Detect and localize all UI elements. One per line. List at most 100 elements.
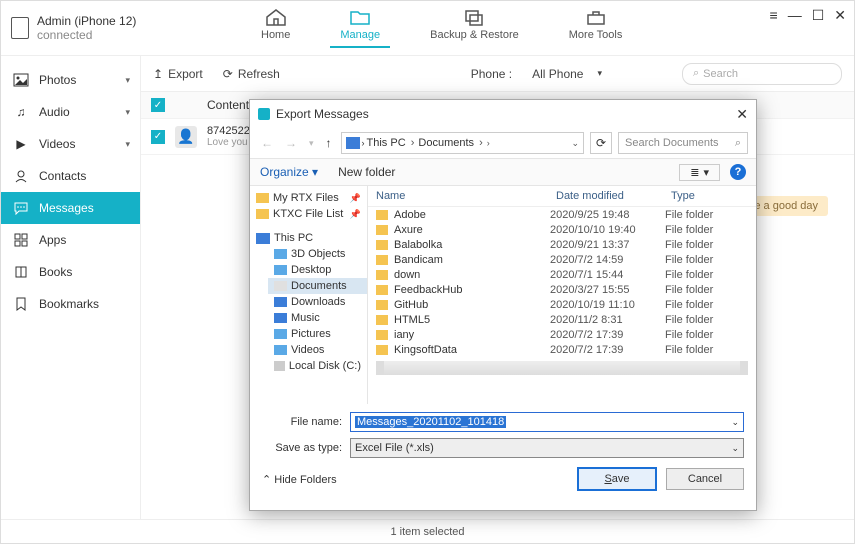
dialog-nav: ← → ▾ ↑ › This PC Documents › ⌄ ⟳ Search…: [250, 128, 756, 158]
close-icon[interactable]: ✕: [834, 7, 846, 24]
file-row[interactable]: FeedbackHub2020/3/27 15:55File folder: [368, 282, 756, 297]
breadcrumb-seg[interactable]: This PC: [367, 137, 417, 149]
sidebar-item-messages[interactable]: Messages: [1, 192, 140, 224]
contacts-icon: [13, 168, 29, 184]
help-icon[interactable]: ?: [730, 164, 746, 180]
dialog-close-icon[interactable]: ✕: [736, 106, 748, 123]
chevron-down-icon: ▾: [125, 75, 130, 86]
file-row[interactable]: Balabolka2020/9/21 13:37File folder: [368, 237, 756, 252]
tree-item-thispc[interactable]: This PC: [250, 230, 367, 246]
scrollbar[interactable]: [376, 361, 748, 375]
phone-label: Phone :: [471, 67, 512, 81]
address-bar[interactable]: › This PC Documents › ⌄: [341, 132, 584, 154]
documents-icon: [274, 281, 287, 291]
file-row[interactable]: GitHub2020/10/19 11:10File folder: [368, 297, 756, 312]
file-row[interactable]: down2020/7/1 15:44File folder: [368, 267, 756, 282]
maximize-icon[interactable]: ☐: [812, 7, 825, 24]
file-row[interactable]: HTML52020/11/2 8:31File folder: [368, 312, 756, 327]
filename-label: File name:: [262, 416, 342, 428]
search-input[interactable]: ⌕ Search: [682, 63, 842, 85]
refresh-button[interactable]: ⟳ Refresh: [223, 67, 280, 81]
file-list-header[interactable]: Name Date modified Type: [368, 186, 756, 207]
minimize-icon[interactable]: —: [788, 7, 802, 24]
nav-home[interactable]: Home: [261, 7, 290, 41]
file-row[interactable]: KingsoftData2020/7/2 17:39File folder: [368, 342, 756, 357]
file-row[interactable]: Bandicam2020/7/2 14:59File folder: [368, 252, 756, 267]
folder-icon: [376, 300, 388, 310]
chevron-down-icon: ▾: [125, 107, 130, 118]
dialog-search-input[interactable]: Search Documents ⌕: [618, 132, 748, 154]
photos-icon: [13, 72, 29, 88]
file-row[interactable]: Adobe2020/9/25 19:48File folder: [368, 207, 756, 222]
tree-item[interactable]: 3D Objects: [268, 246, 367, 262]
folder-icon: [256, 209, 269, 219]
refresh-button[interactable]: ⟳: [590, 132, 612, 154]
organize-button[interactable]: Organize ▾: [260, 165, 318, 179]
tree-item[interactable]: Desktop: [268, 262, 367, 278]
breadcrumb-seg[interactable]: Documents: [418, 137, 484, 149]
savetype-select[interactable]: Excel File (*.xls) ⌄: [350, 438, 744, 458]
sidebar-item-audio[interactable]: ♫ Audio ▾: [1, 96, 140, 128]
tree-item[interactable]: Pictures: [268, 326, 367, 342]
app-icon: [258, 108, 270, 120]
forward-icon[interactable]: →: [282, 136, 300, 150]
menu-icon[interactable]: ≡: [770, 7, 778, 24]
nav-manage-label: Manage: [340, 29, 380, 41]
sidebar-item-contacts[interactable]: Contacts: [1, 160, 140, 192]
sidebar-item-apps[interactable]: Apps: [1, 224, 140, 256]
dialog-command-bar: Organize ▾ New folder ≣▾ ?: [250, 158, 756, 186]
downloads-icon: [274, 297, 287, 307]
nav-manage[interactable]: Manage: [340, 7, 380, 41]
tree-item[interactable]: My RTX Files📌: [250, 190, 367, 206]
sidebar-item-books[interactable]: Books: [1, 256, 140, 288]
phone-select[interactable]: All Phone ▾: [532, 67, 602, 81]
cancel-button[interactable]: Cancel: [666, 468, 744, 490]
nav-backup[interactable]: Backup & Restore: [430, 7, 519, 41]
music-icon: [274, 313, 287, 323]
tree-item-documents[interactable]: Documents: [268, 278, 367, 294]
sidebar-item-videos[interactable]: ▶ Videos ▾: [1, 128, 140, 160]
audio-icon: ♫: [13, 104, 29, 120]
column-content: Content: [207, 98, 249, 112]
sidebar-label: Videos: [39, 137, 75, 151]
hide-folders-button[interactable]: ⌃ Hide Folders: [262, 473, 337, 486]
messages-icon: [13, 200, 29, 216]
videos-icon: [274, 345, 287, 355]
back-icon[interactable]: ←: [258, 136, 276, 150]
device-name: Admin (iPhone 12): [37, 14, 136, 28]
books-icon: [13, 264, 29, 280]
chevron-down-icon: ⌄: [731, 417, 739, 428]
tree-item[interactable]: Downloads: [268, 294, 367, 310]
file-row[interactable]: iany2020/7/2 17:39File folder: [368, 327, 756, 342]
row-checkbox[interactable]: ✓: [151, 130, 165, 144]
chevron-down-icon[interactable]: ⌄: [571, 138, 579, 149]
col-date: Date modified: [556, 190, 671, 202]
3d-icon: [274, 249, 287, 259]
dialog-titlebar: Export Messages ✕: [250, 100, 756, 128]
status-bar: 1 item selected: [1, 519, 854, 543]
sidebar-label: Messages: [39, 201, 94, 215]
phone-icon: [11, 17, 29, 39]
nav-tools[interactable]: More Tools: [569, 7, 623, 41]
save-button[interactable]: Save: [578, 468, 656, 490]
new-folder-button[interactable]: New folder: [338, 165, 395, 179]
search-icon: ⌕: [735, 137, 741, 150]
tree-item[interactable]: Local Disk (C:): [268, 358, 367, 374]
col-type: Type: [671, 190, 748, 202]
filename-input[interactable]: Messages_20201102_101418 ⌄: [350, 412, 744, 432]
recent-icon[interactable]: ▾: [306, 138, 317, 149]
tree-item[interactable]: Videos: [268, 342, 367, 358]
export-button[interactable]: ↥ Export: [153, 67, 203, 81]
tree-item[interactable]: Music: [268, 310, 367, 326]
file-row[interactable]: Axure2020/10/10 19:40File folder: [368, 222, 756, 237]
tree-item[interactable]: KTXC File List📌: [250, 206, 367, 222]
up-icon[interactable]: ↑: [323, 136, 335, 150]
titlebar: Admin (iPhone 12) connected Home Manage …: [1, 1, 854, 56]
view-button[interactable]: ≣▾: [679, 164, 720, 181]
bookmark-icon: [13, 296, 29, 312]
desktop-icon: [274, 265, 287, 275]
refresh-icon: ⟳: [223, 67, 233, 81]
select-all-checkbox[interactable]: ✓: [151, 98, 165, 112]
sidebar-item-bookmarks[interactable]: Bookmarks: [1, 288, 140, 320]
sidebar-item-photos[interactable]: Photos ▾: [1, 64, 140, 96]
